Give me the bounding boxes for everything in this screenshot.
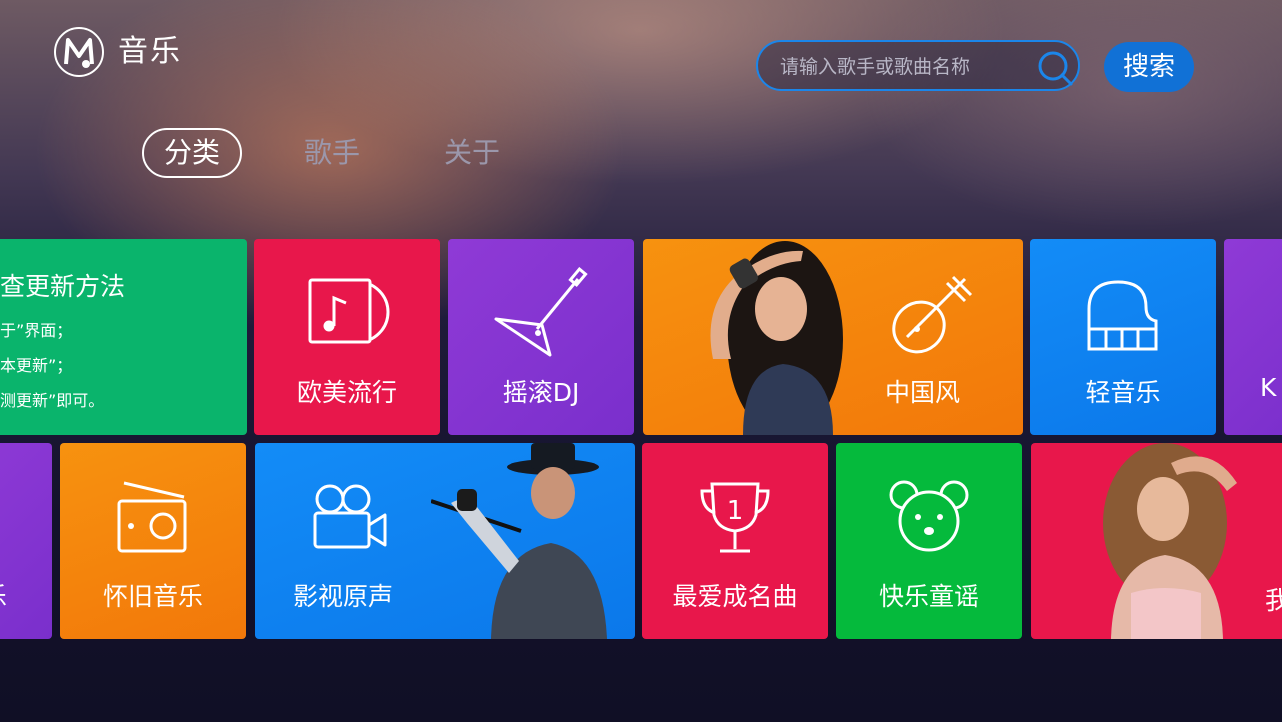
piano-icon: [1086, 279, 1160, 357]
tile-label: 影视原声: [293, 582, 394, 611]
update-notice-tile[interactable]: 查更新方法 于”界面； 本更新”； 测更新”即可。: [0, 239, 247, 435]
radio-icon: [116, 479, 190, 559]
search-input[interactable]: [778, 50, 1022, 83]
tile-label: 乐: [0, 577, 7, 613]
trophy-number: 1: [727, 496, 744, 526]
tile-western-pop[interactable]: 欧美流行: [254, 239, 440, 435]
electric-guitar-icon: [492, 266, 592, 366]
trophy-icon: 1: [698, 481, 772, 559]
app-title: 音乐: [118, 34, 182, 69]
vinyl-record-icon: [308, 277, 392, 351]
search-box[interactable]: [756, 40, 1080, 91]
notice-title: 查更新方法: [0, 272, 126, 301]
tile-karaoke[interactable]: K: [1224, 239, 1282, 435]
tile-label: 最爱成名曲: [672, 582, 798, 611]
search-button[interactable]: 搜索: [1104, 42, 1194, 92]
tile-favorite-hits[interactable]: 1 最爱成名曲: [642, 443, 828, 639]
tab-singer[interactable]: 歌手: [282, 128, 382, 178]
app-logo-icon: [53, 26, 105, 78]
search-icon[interactable]: [1036, 49, 1074, 87]
singer-photo-female: [673, 239, 853, 435]
tile-label: 摇滚DJ: [502, 378, 580, 407]
tile-light-music[interactable]: 轻音乐: [1030, 239, 1216, 435]
tile-label: 欧美流行: [296, 378, 397, 407]
notice-line: 本更新”；: [0, 356, 73, 375]
tile-label: 快乐童谣: [878, 582, 979, 611]
tile-nostalgic[interactable]: 怀旧音乐: [60, 443, 246, 639]
tile-label: 中国风: [885, 378, 961, 407]
singer-photo-female-2: [1061, 443, 1251, 639]
tile-partial-right[interactable]: 我: [1031, 443, 1282, 639]
tile-label: 轻音乐: [1085, 378, 1161, 407]
actor-photo-top-hat: [430, 443, 635, 639]
tile-label: K: [1260, 373, 1277, 402]
tile-rock-dj[interactable]: 摇滚DJ: [448, 239, 634, 435]
movie-camera-icon: [313, 483, 389, 555]
bear-face-icon: [888, 477, 970, 557]
pipa-icon: [887, 269, 977, 363]
notice-line: 于”界面；: [0, 321, 73, 340]
notice-line: 测更新”即可。: [0, 391, 105, 410]
tile-soundtrack[interactable]: 影视原声: [255, 443, 635, 639]
tile-label: 我: [1265, 586, 1282, 615]
tile-chinese-style[interactable]: 中国风: [643, 239, 1023, 435]
tab-category[interactable]: 分类: [142, 128, 242, 178]
tile-label: 怀旧音乐: [102, 582, 203, 611]
tile-partial-left[interactable]: 乐: [0, 443, 52, 639]
tab-about[interactable]: 关于: [422, 128, 522, 178]
tile-kids-songs[interactable]: 快乐童谣: [836, 443, 1022, 639]
